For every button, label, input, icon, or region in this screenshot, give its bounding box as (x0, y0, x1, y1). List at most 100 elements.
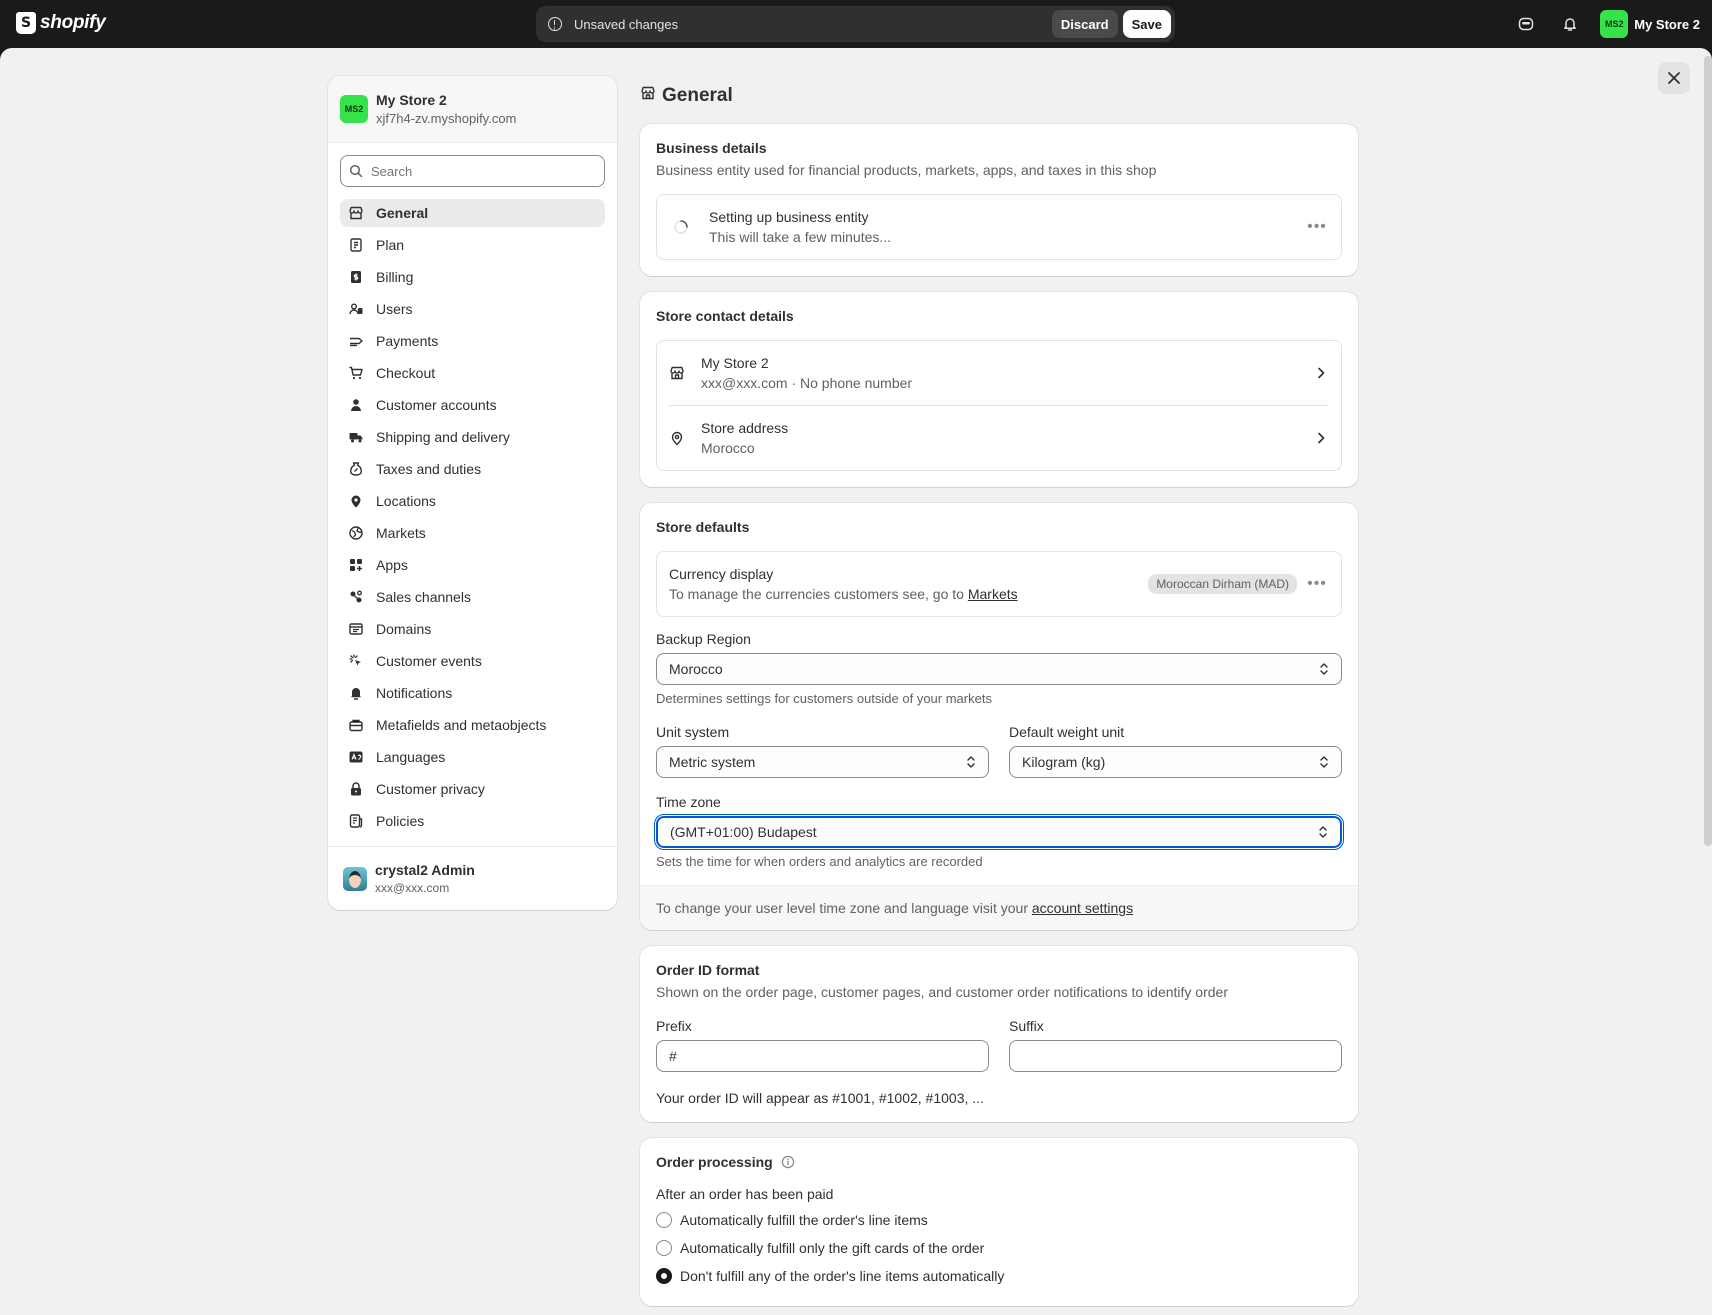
prefix-input[interactable]: # (656, 1040, 989, 1072)
sidebar-item-label: Markets (376, 525, 426, 541)
prefix-label: Prefix (656, 1018, 692, 1034)
sidebar-item-label: Taxes and duties (376, 461, 482, 477)
store-contact-info: xxx@xxx.com · No phone number (701, 375, 913, 391)
save-button[interactable]: Save (1122, 10, 1171, 38)
sidebar-item-users[interactable]: Users (340, 295, 605, 323)
status-subtitle: This will take a few minutes... (709, 229, 892, 245)
sidebar-item-label: Shipping and delivery (376, 429, 510, 445)
store-name: My Store 2 (701, 355, 769, 371)
settings-canvas: MS2 My Store 2 xjf7h4-zv.myshopify.com G… (0, 48, 1712, 1315)
markets-link[interactable]: Markets (968, 586, 1018, 602)
fulfillment-option[interactable]: Automatically fulfill the order's line i… (656, 1206, 1342, 1234)
unit-system-select[interactable]: Metric system (656, 746, 989, 778)
store-address-row[interactable]: Store address Morocco (657, 406, 1341, 470)
apps-icon (348, 557, 364, 573)
sidebar-item-payments[interactable]: Payments (340, 327, 605, 355)
sidebar-item-label: Languages (376, 749, 446, 765)
lock-icon (348, 781, 364, 797)
select-arrows-icon (1320, 663, 1328, 675)
store-header[interactable]: MS2 My Store 2 xjf7h4-zv.myshopify.com (328, 76, 617, 143)
backup-region-select[interactable]: Morocco (656, 653, 1342, 685)
discard-button[interactable]: Discard (1051, 10, 1118, 38)
sidebar-item-general[interactable]: General (340, 199, 605, 227)
user-footer[interactable]: crystal2 Admin xxx@xxx.com (328, 846, 617, 910)
sidebar-item-taxes-and-duties[interactable]: Taxes and duties (340, 455, 605, 483)
close-settings-button[interactable] (1658, 62, 1690, 94)
sidebar-item-apps[interactable]: Apps (340, 551, 605, 579)
sidebar-item-label: Sales channels (376, 589, 471, 605)
sidebar-item-sales-channels[interactable]: Sales channels (340, 583, 605, 611)
sidebar-item-notifications[interactable]: Notifications (340, 679, 605, 707)
unsaved-changes-text: Unsaved changes (574, 16, 679, 32)
fulfillment-option-label: Automatically fulfill the order's line i… (680, 1212, 928, 1228)
more-actions-icon[interactable]: ••• (1305, 215, 1329, 239)
info-icon[interactable] (781, 1155, 795, 1169)
store-info-row[interactable]: My Store 2 xxx@xxx.com · No phone number (657, 341, 1341, 405)
alert-circle-icon (548, 17, 562, 31)
card-title: Store defaults (656, 519, 750, 535)
sidebar-item-label: Billing (376, 269, 414, 285)
bell-icon[interactable] (1556, 10, 1584, 38)
sidebar-item-label: Customer accounts (376, 397, 497, 413)
address-title: Store address (701, 420, 789, 436)
order-id-card: Order ID format Shown on the order page,… (640, 946, 1358, 1122)
search-box[interactable] (340, 155, 605, 187)
sidebar-item-label: Plan (376, 237, 405, 253)
sidebar-item-metafields-and-metaobjects[interactable]: Metafields and metaobjects (340, 711, 605, 739)
search-input[interactable] (371, 163, 596, 179)
backup-region-value: Morocco (669, 661, 723, 677)
sidebar-item-label: Apps (376, 557, 408, 573)
card-title: Order processing (656, 1154, 773, 1170)
status-title: Setting up business entity (709, 209, 869, 225)
account-settings-link[interactable]: account settings (1032, 900, 1133, 916)
time-zone-select[interactable]: (GMT+01:00) Budapest (654, 814, 1344, 850)
tax-icon (348, 461, 364, 477)
sidebar-item-plan[interactable]: Plan (340, 231, 605, 259)
select-arrows-icon (1320, 756, 1328, 768)
store-icon (640, 85, 656, 107)
sidebar-item-customer-events[interactable]: Customer events (340, 647, 605, 675)
backup-region-label: Backup Region (656, 631, 751, 647)
weight-unit-label: Default weight unit (1009, 724, 1125, 740)
weight-unit-select[interactable]: Kilogram (kg) (1009, 746, 1342, 778)
sidebar-item-label: Checkout (376, 365, 436, 381)
card-subtitle: Shown on the order page, customer pages,… (656, 984, 1228, 1000)
sidebar-item-label: Payments (376, 333, 439, 349)
sidebar-item-customer-accounts[interactable]: Customer accounts (340, 391, 605, 419)
location-pin-icon (671, 431, 683, 446)
sidebar-item-locations[interactable]: Locations (340, 487, 605, 515)
sidebar-item-customer-privacy[interactable]: Customer privacy (340, 775, 605, 803)
page-title-text: General (662, 85, 733, 106)
sidebar-item-shipping-and-delivery[interactable]: Shipping and delivery (340, 423, 605, 451)
fulfillment-option[interactable]: Automatically fulfill only the gift card… (656, 1234, 1342, 1262)
order-id-preview: Your order ID will appear as #1001, #100… (656, 1090, 984, 1106)
suffix-input[interactable] (1009, 1040, 1342, 1072)
fulfillment-option[interactable]: Don't fulfill any of the order's line it… (656, 1262, 1342, 1290)
store-avatar[interactable]: MS2 (1600, 10, 1629, 38)
radio-button[interactable] (656, 1268, 672, 1284)
store-name-menu[interactable]: My Store 2 (1634, 17, 1700, 32)
shopify-logo[interactable]: shopify (16, 12, 106, 34)
scrollbar[interactable] (1704, 56, 1712, 846)
business-entity-status: Setting up business entity This will tak… (656, 194, 1342, 260)
backup-region-help: Determines settings for customers outsid… (656, 691, 992, 706)
more-actions-icon[interactable]: ••• (1305, 572, 1329, 596)
after-paid-label: After an order has been paid (656, 1186, 834, 1202)
unsaved-changes-bar: Unsaved changes Discard Save (536, 6, 1175, 42)
sidebar-item-label: Customer events (376, 653, 482, 669)
sidebar-item-markets[interactable]: Markets (340, 519, 605, 547)
sidebar-item-billing[interactable]: Billing (340, 263, 605, 291)
sidekick-icon[interactable] (1512, 10, 1540, 38)
domains-icon (348, 621, 364, 637)
sidebar-item-checkout[interactable]: Checkout (340, 359, 605, 387)
sidebar-item-domains[interactable]: Domains (340, 615, 605, 643)
sidebar-item-languages[interactable]: Languages (340, 743, 605, 771)
sidebar-item-policies[interactable]: Policies (340, 807, 605, 835)
page-title: General (640, 76, 1358, 116)
close-icon (1668, 72, 1680, 84)
radio-button[interactable] (656, 1212, 672, 1228)
card-subtitle: Business entity used for financial produ… (656, 162, 1157, 178)
sidebar-item-label: General (376, 205, 429, 221)
address-value: Morocco (701, 440, 755, 456)
radio-button[interactable] (656, 1240, 672, 1256)
